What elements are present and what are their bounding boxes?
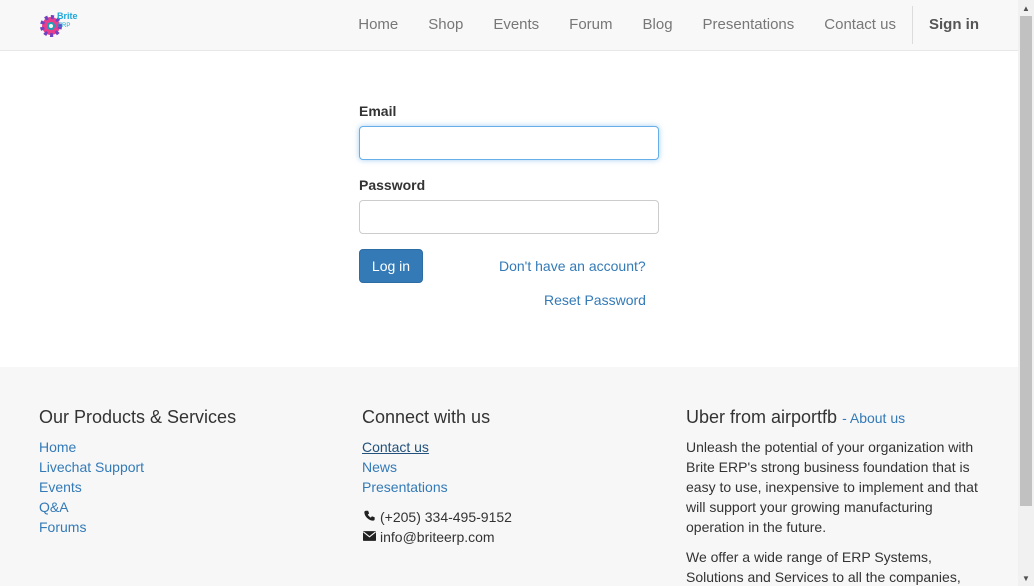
signup-link[interactable]: Don't have an account? [499, 258, 646, 274]
about-paragraph-2: We offer a wide range of ERP Systems, So… [686, 549, 961, 585]
footer-link-qa[interactable]: Q&A [39, 497, 319, 517]
about-company-name: Uber from airportfb [686, 407, 838, 427]
svg-text:ERP: ERP [58, 23, 70, 29]
password-group: Password [359, 177, 659, 234]
about-title: Uber from airportfb - About us [686, 407, 986, 428]
footer-link-home[interactable]: Home [39, 437, 319, 457]
footer-about: Uber from airportfb - About us Unleash t… [686, 407, 986, 586]
nav-presentations[interactable]: Presentations [688, 0, 810, 50]
phone-number: (+205) 334-495-9152 [380, 509, 512, 525]
about-paragraph-1: Unleash the potential of your organizati… [686, 439, 978, 535]
nav-forum[interactable]: Forum [554, 0, 627, 50]
products-title: Our Products & Services [39, 407, 237, 427]
footer-link-forums[interactable]: Forums [39, 517, 319, 537]
footer-link-livechat[interactable]: Livechat Support [39, 457, 319, 477]
email-group: Email [359, 103, 659, 160]
nav-events[interactable]: Events [478, 0, 554, 50]
nav-menu: Home Shop Events Forum Blog Presentation… [343, 0, 1018, 50]
navbar: Brite ERP Home Shop Events Forum Blog Pr… [0, 0, 1018, 51]
scrollbar-thumb[interactable] [1020, 16, 1032, 506]
footer-link-contact-us[interactable]: Contact us [362, 437, 652, 457]
connect-title: Connect with us [362, 407, 491, 427]
about-us-link[interactable]: - About us [842, 410, 905, 426]
footer-link-news[interactable]: News [362, 457, 652, 477]
phone-icon [362, 507, 376, 527]
footer-link-events[interactable]: Events [39, 477, 319, 497]
login-button[interactable]: Log in [359, 249, 423, 283]
brite-erp-logo[interactable]: Brite ERP [38, 9, 80, 41]
reset-password-link[interactable]: Reset Password [544, 292, 646, 308]
scroll-up-arrow-icon[interactable]: ▲ [1018, 0, 1034, 16]
password-input[interactable] [359, 200, 659, 234]
contact-email: info@briteerp.com [380, 529, 495, 545]
password-label: Password [359, 177, 426, 193]
email-line: info@briteerp.com [362, 527, 652, 547]
sign-in-link[interactable]: Sign in [913, 0, 1018, 50]
nav-shop[interactable]: Shop [413, 0, 478, 50]
phone-line: (+205) 334-495-9152 [362, 507, 652, 527]
footer-link-presentations[interactable]: Presentations [362, 477, 652, 497]
login-form: Email Password Log in Don't have an acco… [359, 100, 659, 308]
nav-contact-us[interactable]: Contact us [809, 0, 911, 50]
scroll-down-arrow-icon[interactable]: ▼ [1018, 570, 1034, 586]
email-input[interactable] [359, 126, 659, 160]
email-label: Email [359, 103, 397, 119]
footer-products: Our Products & Services Home Livechat Su… [39, 407, 319, 537]
footer-connect: Connect with us Contact us News Presenta… [362, 407, 652, 547]
nav-home[interactable]: Home [343, 0, 413, 50]
envelope-icon [362, 527, 376, 547]
nav-blog[interactable]: Blog [628, 0, 688, 50]
footer: Our Products & Services Home Livechat Su… [0, 367, 1018, 586]
svg-text:Brite: Brite [57, 11, 78, 21]
